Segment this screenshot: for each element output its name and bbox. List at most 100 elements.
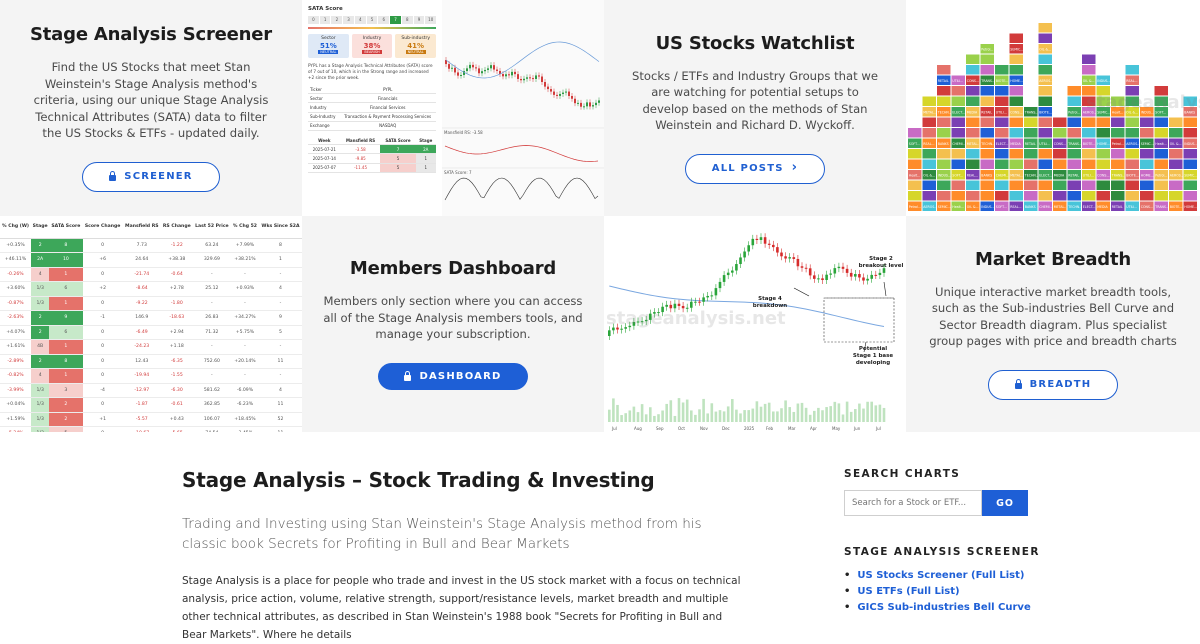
heatmap-label: REAL... — [967, 174, 978, 178]
heatmap-label: Healt... — [1155, 142, 1167, 146]
heatmap-cell — [1183, 191, 1197, 201]
table-row[interactable]: -0.82% 4 1 0 -19.94 -1.55- - - — [0, 368, 302, 384]
heatmap-cell — [1009, 54, 1023, 64]
breadth-button[interactable]: BREADTH — [987, 369, 1119, 400]
screener-link-us-etfs[interactable]: US ETFs (Full List) — [844, 584, 1044, 600]
heatmap-cell — [1009, 180, 1023, 190]
candle — [592, 105, 594, 107]
table-row[interactable]: +46.11% 2A 10 +6 24.64 +38.38 329.69 +38.21% 1 — [0, 252, 302, 268]
table-row[interactable]: +0.35% 2 8 0 7.73 -1.22 63.24 +7.99% 8 — [0, 238, 302, 253]
heatmap-cell — [995, 159, 1009, 169]
heatmap-label: AEROS... — [1126, 142, 1140, 146]
table-row[interactable]: +1.59% 1/3 2 +1 -5.57 +0.43 106.07 +18.45% 52 — [0, 412, 302, 427]
heatmap-label: OIL &... — [1083, 79, 1095, 83]
volume-bar — [653, 415, 656, 422]
heatmap-label: CONS... — [1097, 174, 1109, 178]
heatmap-cell — [1009, 159, 1023, 169]
sata-scale-step: 7 — [390, 16, 401, 24]
all-posts-button[interactable]: ALL POSTS › — [684, 153, 826, 184]
heatmap-label: REAL... — [1010, 205, 1021, 209]
axis-tick-label: Sep — [656, 426, 664, 431]
heatmap-cell — [951, 117, 965, 127]
column-header[interactable]: RS Change — [160, 216, 193, 239]
screener-table-image[interactable]: % Chg (W) Stage SATA Score Score Change Mans… — [0, 216, 302, 432]
heatmap-label: UTILI... — [1083, 174, 1094, 178]
table-row[interactable]: +0.04% 1/3 2 0 -1.87 -0.61 362.85 -6.23% 11 — [0, 397, 302, 413]
table-row[interactable]: -2.89% 2 8 0 12.43 -6.35 752.60 +20.14% 11 — [0, 354, 302, 369]
screener-table: % Chg (W) Stage SATA Score Score Change Mans… — [0, 216, 302, 432]
heatmap-cell — [1111, 191, 1125, 201]
heatmap-cell — [1053, 159, 1067, 169]
heatmap-cell — [937, 191, 951, 201]
heatmap-cell — [1154, 159, 1168, 169]
sata-scale-step: 2 — [331, 16, 343, 24]
candle — [523, 78, 525, 81]
dashboard-button[interactable]: DASHBOARD — [378, 362, 528, 390]
volume-bar — [669, 400, 673, 422]
search-go-button[interactable]: GO — [982, 490, 1028, 516]
candle — [862, 277, 865, 281]
heatmap-cell — [980, 128, 994, 138]
candle — [690, 301, 693, 308]
table-row[interactable]: +1.61% 4B 1 0 -24.23 +1.18- - - — [0, 339, 302, 355]
content-section: Stage Analysis – Stock Trading & Investi… — [0, 432, 1200, 641]
screener-link-bell-curve[interactable]: GICS Sub-industries Bell Curve — [844, 600, 1044, 616]
sata-score-label: SATA Score: 7 — [444, 170, 472, 175]
candle — [451, 67, 453, 69]
table-row[interactable]: -0.87% 1/3 1 0 -9.22 -1.80- - - — [0, 296, 302, 311]
search-input[interactable] — [844, 490, 982, 516]
table-row[interactable]: -0.26% 4 1 0 -21.74 -0.64- - - — [0, 267, 302, 282]
candle — [759, 237, 763, 240]
heatmap-label: TRANS... — [1154, 205, 1169, 209]
column-header[interactable]: SATA Score — [49, 216, 83, 239]
column-header[interactable]: Last 52 Price — [192, 216, 231, 239]
stage-price-chart[interactable]: Jul Aug Sep Oct Nov Dec 2025 Feb Mar Apr May Jun Jul… — [604, 216, 906, 432]
volume-bar — [874, 405, 878, 422]
column-header[interactable]: Stage — [31, 216, 50, 239]
heatmap-cell — [1038, 191, 1052, 201]
heatmap-cell — [1125, 149, 1139, 159]
candle — [743, 251, 746, 258]
table-row[interactable]: +3.60% 1/3 6 +2 -8.64 +2.78 25.12 +0.93% 4 — [0, 281, 302, 297]
candle — [763, 237, 767, 244]
candle — [800, 266, 804, 268]
candle — [547, 86, 549, 90]
volume-bar — [854, 409, 857, 422]
column-header[interactable]: Score Change — [82, 216, 123, 239]
volume-bar — [608, 409, 611, 422]
heatmap-label: TRANS... — [1111, 174, 1126, 178]
heatmap-cell — [1009, 117, 1023, 127]
heatmap-label: UTILI... — [996, 111, 1007, 115]
heatmap-cell — [1038, 86, 1052, 96]
volume-bar — [690, 410, 693, 422]
candle — [878, 272, 882, 276]
heatmap-label: METAL... — [1010, 174, 1023, 178]
heatmap-label: TECHN... — [980, 142, 995, 146]
page-title: Stage Analysis – Stock Trading & Investi… — [182, 468, 655, 492]
screener-links: US Stocks Screener (Full List) US ETFs (… — [844, 568, 1044, 616]
sata-info-row: Ticker PYPL — [308, 85, 436, 95]
column-header[interactable]: Wks Since S2A — [258, 216, 302, 239]
table-row[interactable]: -3.99% 1/3 3 -4 -12.97 -6.30 581.62 -6.09% 4 — [0, 383, 302, 398]
sector-breadth-heatmap[interactable]: Petrol... Healt... SOFT... AEROS... OIL &...… — [906, 0, 1200, 216]
column-header[interactable]: % Chg 52 — [230, 216, 259, 239]
heatmap-cell — [908, 191, 922, 201]
screener-link-us-stocks[interactable]: US Stocks Screener (Full List) — [844, 568, 1044, 584]
sata-score-image[interactable]: SATA Score 0 1 2 3 4 5 6 7 8 9 10 Sector 51% NEUTRAL… — [302, 0, 604, 216]
candle — [808, 268, 812, 276]
heatmap-cell — [1067, 191, 1081, 201]
candle — [526, 77, 528, 79]
candle — [854, 274, 857, 277]
column-header[interactable]: % Chg (W) — [0, 216, 32, 239]
candle — [784, 256, 787, 259]
volume-bar — [616, 404, 619, 422]
screener-button[interactable]: SCREENER — [82, 161, 220, 192]
heatmap-cell — [1067, 128, 1081, 138]
heatmap-label: TRANS... — [1067, 142, 1082, 146]
candle — [508, 74, 510, 76]
table-row[interactable]: -2.63% 2 9 -1 146.9 -18.63 26.83 +34.27% 9 — [0, 310, 302, 326]
sata-scale-step: 3 — [343, 16, 354, 24]
table-row[interactable]: +4.07% 2 6 0 -6.49 +2.94 71.32 +5.75% 5 — [0, 325, 302, 340]
sata-weeks-table: Week Mansfield RS SATA Score Stage 2025-07-2… — [308, 135, 436, 173]
column-header[interactable]: Mansfield RS — [122, 216, 161, 239]
